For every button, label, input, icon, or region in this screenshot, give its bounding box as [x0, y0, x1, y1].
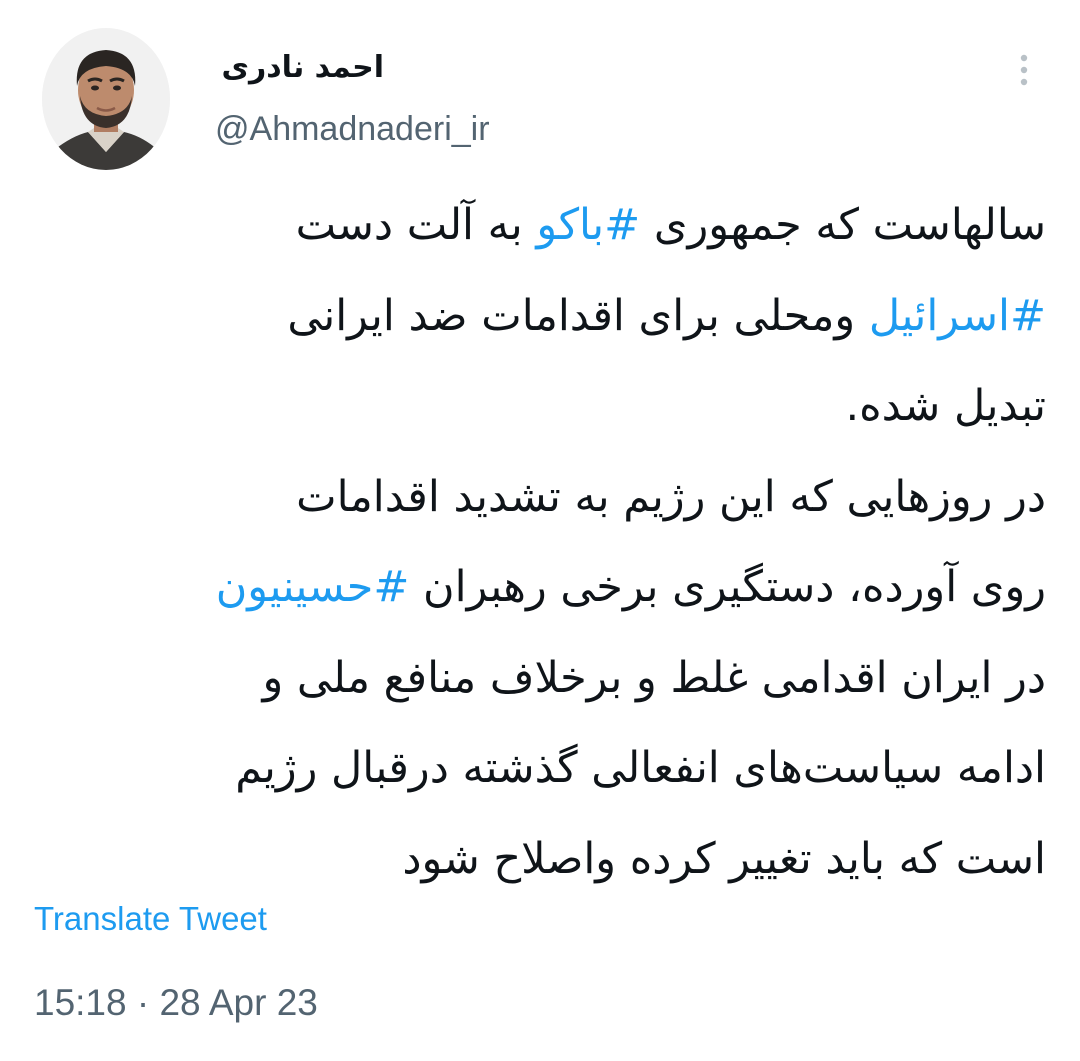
tweet-text-segment: است که باید تغییر کرده واصلاح شود	[402, 833, 1046, 884]
tweet-text-segment: سالهاست که جمهوری	[640, 200, 1046, 250]
tweet-line: تبدیل شده.	[30, 361, 1046, 452]
tweet-line: در ایران اقدامی غلط و برخلاف منافع ملی و	[30, 633, 1046, 724]
tweet-text-segment: به آلت دست	[295, 200, 537, 250]
tweet-line: در روزهایی که این رژیم به تشدید اقدامات	[30, 452, 1046, 543]
hashtag-link[interactable]: #اسرائیل	[869, 291, 1046, 341]
avatar-portrait	[42, 28, 170, 170]
more-options-button[interactable]	[1006, 50, 1042, 90]
tweet-line: روی آورده، دستگیری برخی رهبران #حسینیون	[30, 542, 1046, 633]
hashtag-link[interactable]: #حسینیون	[216, 562, 410, 612]
tweet-text: سالهاست که جمهوری #باکو به آلت دست #اسرائ…	[30, 180, 1046, 904]
tweet-text-segment: در روزهایی که این رژیم به تشدید اقدامات	[296, 471, 1046, 522]
tweet-text-segment: روی آورده، دستگیری برخی رهبران	[409, 562, 1046, 612]
author-display-name[interactable]: احمد نادری	[222, 50, 384, 85]
tweet-line: #اسرائیل ومحلی برای اقدامات ضد ایرانی	[30, 271, 1046, 362]
tweet-text-segment: در ایران اقدامی غلط و برخلاف منافع ملی و	[262, 652, 1046, 703]
tweet-text-segment: ومحلی برای اقدامات ضد ایرانی	[287, 290, 869, 341]
hashtag-link[interactable]: #باکو	[536, 200, 640, 250]
tweet-timestamp[interactable]: 15:18 · 28 Apr 23	[34, 982, 318, 1024]
tweet-line: سالهاست که جمهوری #باکو به آلت دست	[30, 180, 1046, 271]
avatar[interactable]	[42, 28, 170, 170]
tweet-text-segment: ادامه سیاست‌های انفعالی گذشته درقبال رژی…	[235, 743, 1046, 793]
tweet-line: است که باید تغییر کرده واصلاح شود	[30, 814, 1046, 905]
more-vertical-icon	[1020, 54, 1028, 86]
translate-tweet-link[interactable]: Translate Tweet	[34, 900, 267, 938]
tweet-line: ادامه سیاست‌های انفعالی گذشته درقبال رژی…	[30, 723, 1046, 814]
tweet-text-segment: تبدیل شده.	[845, 381, 1046, 431]
author-handle[interactable]: @Ahmadnaderi_ir	[215, 110, 490, 149]
